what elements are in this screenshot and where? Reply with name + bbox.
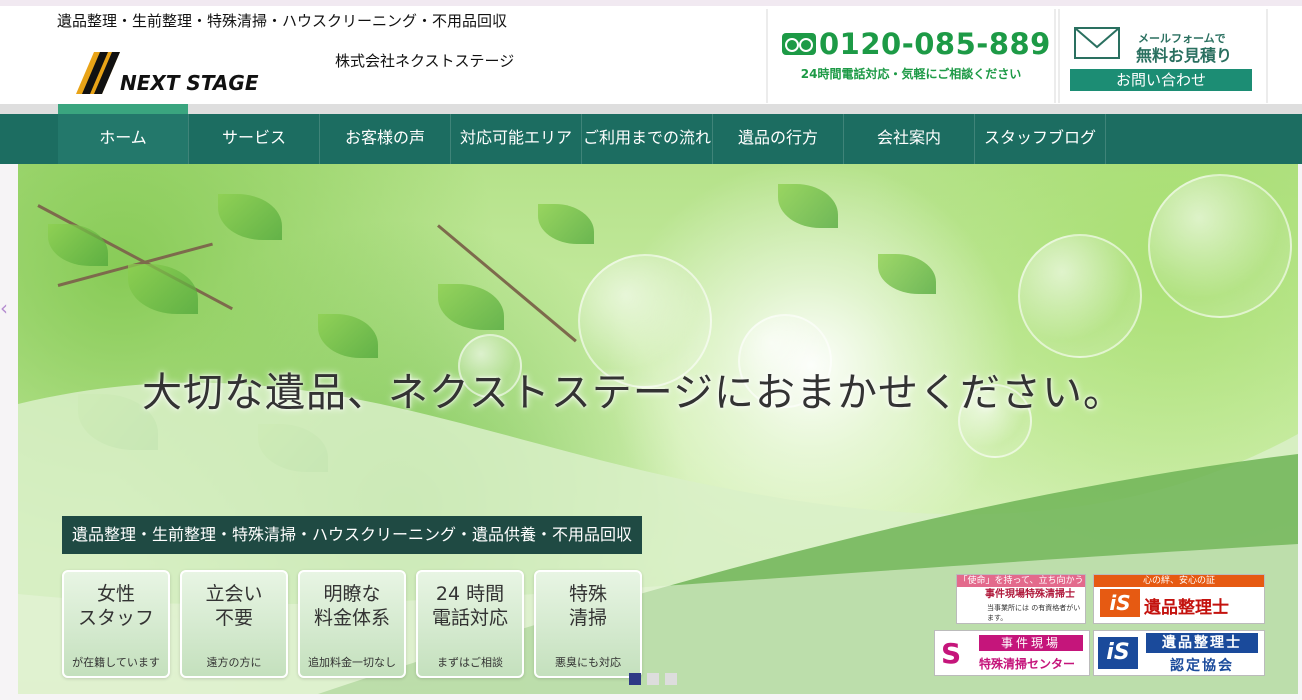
- feature-sub: まずはご相談: [437, 656, 503, 669]
- feature-no-attendance: 立会い 不要 遠方の方に: [180, 570, 288, 678]
- nav-service[interactable]: サービス: [189, 114, 320, 164]
- nav-company[interactable]: 会社案内: [844, 114, 975, 164]
- badge-sub: 特殊清掃センター: [979, 657, 1076, 671]
- is-logo-icon: iS: [1098, 637, 1138, 669]
- nav-home[interactable]: ホーム: [58, 104, 189, 164]
- slider-pagination: [629, 670, 683, 689]
- feature-title: 明瞭な 料金体系: [313, 583, 390, 629]
- badge-sub: 認定協会: [1170, 658, 1234, 674]
- nav-items-destination[interactable]: 遺品の行方: [713, 114, 844, 164]
- hero-subtitle: 遺品整理・生前整理・特殊清掃・ハウスクリーニング・遺品供養・不用品回収: [62, 516, 643, 554]
- badge-ihin-seiri-shi[interactable]: 心の絆、安心の証 iS 遺品整理士: [1093, 574, 1265, 624]
- feature-title: 24 時間 電話対応: [431, 583, 508, 629]
- badge-main: 事件現場特殊清掃士: [985, 589, 1075, 600]
- next-stage-logo[interactable]: NEXT STAGE: [72, 50, 320, 96]
- badge-crime-scene-cleaner[interactable]: 「使命」を持って、立ち向かう 事件現場特殊清掃士 当事業所には の有資格者がいま…: [956, 574, 1086, 624]
- slider-dot-2[interactable]: [647, 673, 659, 685]
- contact-button[interactable]: お問い合わせ: [1070, 69, 1252, 91]
- badge-header: 心の絆、安心の証: [1094, 575, 1264, 587]
- main-nav: ホーム サービス お客様の声 対応可能エリア ご利用までの流れ 遺品の行方 会社…: [0, 104, 1302, 164]
- nav-blog[interactable]: スタッフブログ: [975, 114, 1106, 164]
- logo-text: NEXT STAGE: [120, 71, 259, 95]
- badge-note: 当事業所には の有資格者がいます。: [987, 604, 1081, 622]
- site-header: 遺品整理・生前整理・特殊清掃・ハウスクリーニング・不用品回収 NEXT STAG…: [0, 6, 1302, 104]
- feature-sub: が在籍しています: [72, 656, 160, 669]
- header-tagline: 遺品整理・生前整理・特殊清掃・ハウスクリーニング・不用品回収: [57, 12, 508, 30]
- badge-certification-association[interactable]: iS 遺品整理士 認定協会: [1093, 630, 1265, 676]
- hero-title: 大切な遺品、ネクストステージにおまかせください。: [142, 370, 1124, 416]
- badge-main: 事件現場: [979, 635, 1083, 651]
- feature-title: 立会い 不要: [205, 583, 263, 629]
- feature-female-staff: 女性 スタッフ が在籍しています: [62, 570, 170, 678]
- freedial-icon: [782, 33, 816, 55]
- hero-slider[interactable]: 大切な遺品、ネクストステージにおまかせください。 遺品整理・生前整理・特殊清掃・…: [18, 164, 1298, 694]
- is-logo-icon: iS: [1100, 589, 1140, 617]
- feature-title: 女性 スタッフ: [77, 583, 154, 629]
- feature-clear-pricing: 明瞭な 料金体系 追加料金一切なし: [298, 570, 406, 678]
- side-mark: ‹: [0, 296, 8, 320]
- mail-box[interactable]: メールフォームで 無料お見積り お問い合わせ: [1058, 9, 1268, 103]
- nav-flow[interactable]: ご利用までの流れ: [582, 114, 713, 164]
- feature-title: 特殊 清掃: [568, 583, 607, 629]
- phone-note: 24時間電話対応・気軽にご相談ください: [800, 67, 1022, 81]
- envelope-icon: [1074, 27, 1120, 59]
- header-separator: [0, 104, 1302, 114]
- feature-24h-phone: 24 時間 電話対応 まずはご相談: [416, 570, 524, 678]
- nav-area[interactable]: 対応可能エリア: [451, 114, 582, 164]
- feature-sub: 遠方の方に: [206, 656, 262, 669]
- feature-sub: 追加料金一切なし: [308, 656, 396, 669]
- s-logo-icon: S: [941, 637, 962, 670]
- badge-main: 遺品整理士: [1144, 598, 1229, 618]
- badge-main: 遺品整理士: [1146, 633, 1258, 653]
- company-name: 株式会社ネクストステージ: [335, 52, 515, 70]
- badge-special-cleaning-center[interactable]: S 事件現場 特殊清掃センター: [934, 630, 1090, 676]
- phone-number[interactable]: 0120-085-889: [819, 27, 1051, 61]
- feature-sub: 悪臭にも対応: [555, 656, 621, 669]
- slider-dot-1[interactable]: [629, 673, 641, 685]
- phone-box[interactable]: 0120-085-889 24時間電話対応・気軽にご相談ください: [766, 9, 1056, 103]
- badge-header: 「使命」を持って、立ち向かう: [957, 575, 1085, 587]
- feature-special-cleaning: 特殊 清掃 悪臭にも対応: [534, 570, 642, 678]
- nav-voice[interactable]: お客様の声: [320, 114, 451, 164]
- mail-maintext: 無料お見積り: [1136, 46, 1233, 65]
- slider-dot-3[interactable]: [665, 673, 677, 685]
